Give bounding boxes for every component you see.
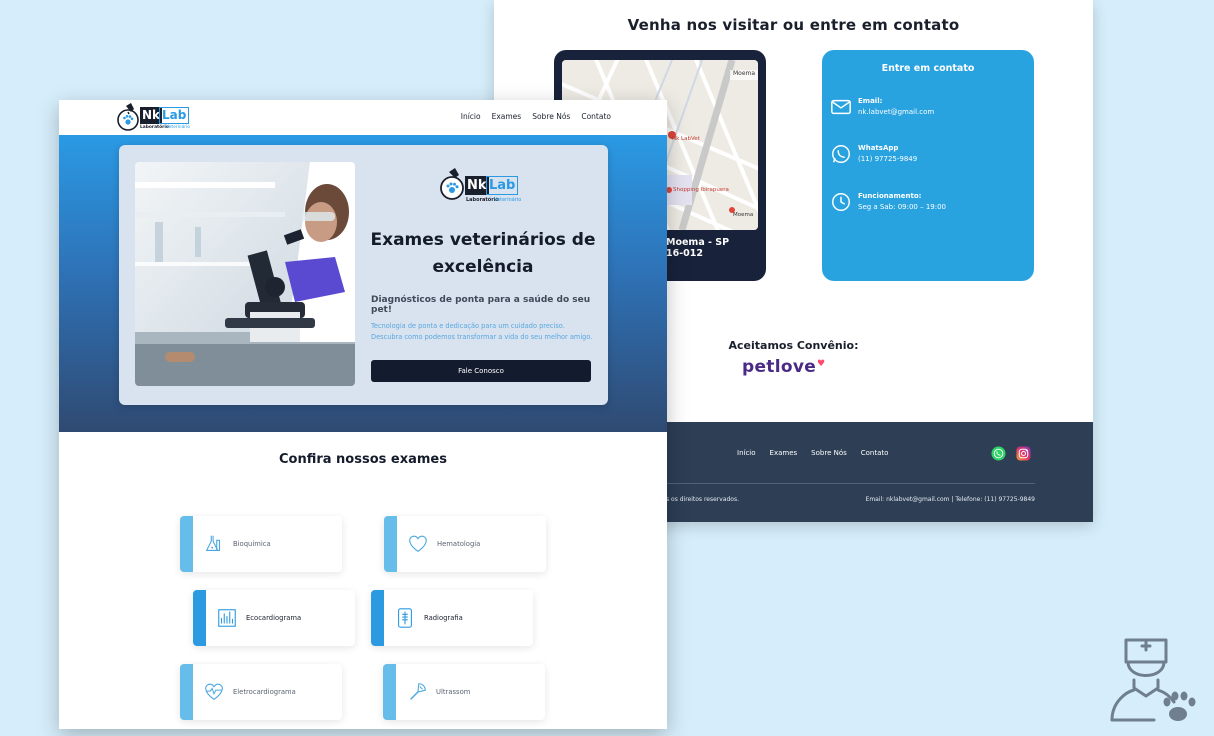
heartbeat-icon (205, 683, 223, 701)
brand-logo[interactable]: Nk Lab Laboratório Veterinário (115, 100, 191, 134)
hero-brand-name-left: Nk (465, 176, 489, 195)
map-address-line2: 16-012 (666, 248, 703, 259)
instagram-icon[interactable] (1016, 446, 1031, 461)
nav-link-inicio[interactable]: Início (461, 112, 481, 121)
exam-label: Radiografia (424, 614, 463, 622)
ultrasound-icon (410, 683, 426, 700)
exam-card-hematologia[interactable]: Hematologia (384, 516, 546, 572)
hero-description: Tecnologia de ponta e dedicação para um … (371, 322, 593, 341)
hero-subtitle: Diagnósticos de ponta para a saúde do se… (371, 295, 591, 315)
chart-icon (218, 609, 236, 627)
email-label: Email: (858, 97, 883, 105)
whatsapp-label: WhatsApp (858, 144, 899, 152)
exam-label: Eletrocardiograma (233, 688, 296, 696)
footer-link-inicio[interactable]: Início (737, 449, 756, 457)
exam-label: Hematologia (437, 540, 481, 548)
footer-social (991, 446, 1031, 461)
exam-card-eletrocardiograma[interactable]: Eletrocardiograma (180, 664, 342, 720)
exam-card-accent (384, 516, 397, 572)
map-address-line1: Moema - SP (666, 237, 730, 248)
map-address: Moema - SP 16-012 (666, 237, 729, 259)
brand-subtitle-right: Veterinário (166, 125, 190, 130)
email-value[interactable]: nk.labvet@gmail.com (858, 108, 934, 116)
vet-nurse-paw-icon (1110, 638, 1196, 722)
hero-brand-name-right: Lab (486, 176, 519, 195)
exam-card-accent (180, 664, 193, 720)
xray-icon (398, 608, 412, 628)
heart-icon (409, 535, 427, 553)
navbar: Nk Lab Laboratório Veterinário Início Ex… (59, 100, 667, 135)
home-page-window: Nk Lab Laboratório Veterinário Início Ex… (59, 100, 667, 729)
exam-card-accent (371, 590, 384, 646)
map-label-nklabvet: Nk LabVet (672, 136, 700, 142)
footer-contact: Email: nklabvet@gmail.com | Telefone: (1… (865, 496, 1035, 503)
visit-title: Venha nos visitar ou entre em contato (627, 16, 960, 34)
whatsapp-icon[interactable] (991, 446, 1006, 461)
contact-email-row[interactable]: Email: nk.labvet@gmail.com (830, 96, 934, 118)
exams-title: Confira nossos exames (278, 452, 447, 467)
lab-scientist-image (135, 162, 355, 386)
map-label-moema-top: Moema (733, 70, 756, 77)
nav-link-sobre[interactable]: Sobre Nós (532, 112, 570, 121)
exam-label: Ultrassom (436, 688, 471, 696)
contact-us-button[interactable]: Fale Conosco (371, 360, 591, 382)
exam-card-accent (383, 664, 396, 720)
exam-label: Ecocardiograma (246, 614, 302, 622)
brand-name-right: Lab (159, 107, 190, 124)
footer-link-contato[interactable]: Contato (861, 449, 889, 457)
whatsapp-icon (832, 145, 850, 163)
exam-label: Bioquímica (233, 540, 271, 548)
hero-card: Nk Lab Laboratório Veterinário Exames ve… (119, 145, 608, 405)
footer-link-exames[interactable]: Exames (770, 449, 798, 457)
contact-card: Entre em contato Email: nk.labvet@gmail.… (822, 50, 1034, 281)
exam-card-accent (180, 516, 193, 572)
hero-brand-subtitle-right: Veterinário (494, 197, 522, 203)
brand-subtitle-left: Laboratório (140, 125, 169, 130)
nav-links: Início Exames Sobre Nós Contato (461, 112, 611, 121)
hero-brand-logo: Nk Lab Laboratório Veterinário (437, 165, 523, 205)
exam-card-ultrassom[interactable]: Ultrassom (383, 664, 545, 720)
petlove-logo-text: petlove (742, 357, 817, 377)
nav-link-exames[interactable]: Exames (492, 112, 522, 121)
mail-icon (831, 99, 851, 115)
exam-card-bioquimica[interactable]: Bioquímica (180, 516, 342, 572)
hero-section: Nk Lab Laboratório Veterinário Exames ve… (59, 135, 667, 432)
exam-card-accent (193, 590, 206, 646)
map-label-shopping: Shopping Ibirapuera (673, 187, 729, 193)
hours-label: Funcionamento: (858, 192, 922, 200)
exam-card-radiografia[interactable]: Radiografia (371, 590, 533, 646)
footer-nav: Início Exames Sobre Nós Contato (737, 449, 888, 457)
footer-divider (664, 483, 1035, 484)
exam-card-ecocardiograma[interactable]: Ecocardiograma (193, 590, 355, 646)
petlove-logo[interactable]: petlove♥ (742, 357, 825, 377)
hours-value: Seg a Sab: 09:00 – 19:00 (858, 203, 946, 211)
clock-icon (832, 193, 850, 211)
nav-link-contato[interactable]: Contato (581, 112, 611, 121)
flask-icon (205, 535, 221, 551)
heart-icon: ♥ (817, 359, 826, 369)
contact-title: Entre em contato (881, 63, 975, 74)
map-label-moema-bottom: Moema (733, 212, 754, 218)
lab-photo (135, 162, 355, 386)
hero-title: Exames veterinários de excelência (370, 230, 596, 277)
footer-link-sobre[interactable]: Sobre Nós (811, 449, 847, 457)
footer-copyright: s os direitos reservados. (666, 496, 740, 503)
whatsapp-value[interactable]: (11) 97725-9849 (858, 155, 917, 163)
contact-hours-row: Funcionamento: Seg a Sab: 09:00 – 19:00 (830, 191, 946, 213)
contact-whatsapp-row[interactable]: WhatsApp (11) 97725-9849 (830, 143, 917, 165)
